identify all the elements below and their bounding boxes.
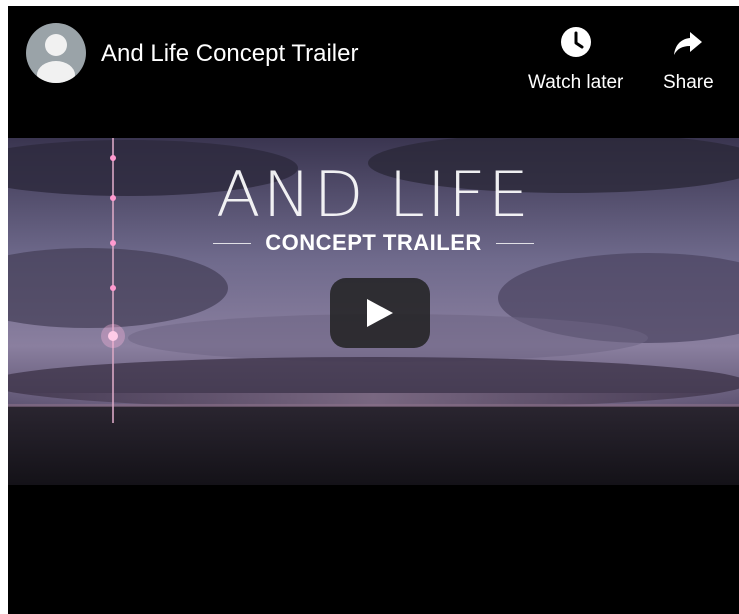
- watch-later-label: Watch later: [528, 72, 624, 93]
- share-button[interactable]: Share: [663, 24, 714, 94]
- player-bottom-area: [8, 485, 739, 614]
- thumbnail-headline: AND LIFE: [216, 158, 531, 231]
- watch-later-button[interactable]: Watch later: [528, 24, 623, 94]
- play-icon: [367, 299, 393, 327]
- video-thumbnail[interactable]: AND LIFE CONCEPT TRAILER: [8, 138, 739, 485]
- thumbnail-subhead: CONCEPT TRAILER: [265, 230, 482, 255]
- play-button[interactable]: [330, 278, 430, 348]
- share-label: Share: [663, 72, 714, 93]
- subhead-divider-left: [213, 242, 252, 244]
- subhead-divider-right: [495, 242, 534, 244]
- share-arrow-icon: [674, 32, 703, 55]
- channel-avatar[interactable]: [26, 23, 86, 83]
- thumbnail-subhead-row: CONCEPT TRAILER: [8, 230, 739, 256]
- clock-icon: [560, 27, 591, 57]
- player-top-bar: And Life Concept Trailer Watch later Sha…: [8, 6, 739, 116]
- video-title[interactable]: And Life Concept Trailer: [101, 39, 358, 69]
- video-player[interactable]: And Life Concept Trailer Watch later Sha…: [8, 6, 739, 614]
- person-avatar-icon: [37, 34, 75, 83]
